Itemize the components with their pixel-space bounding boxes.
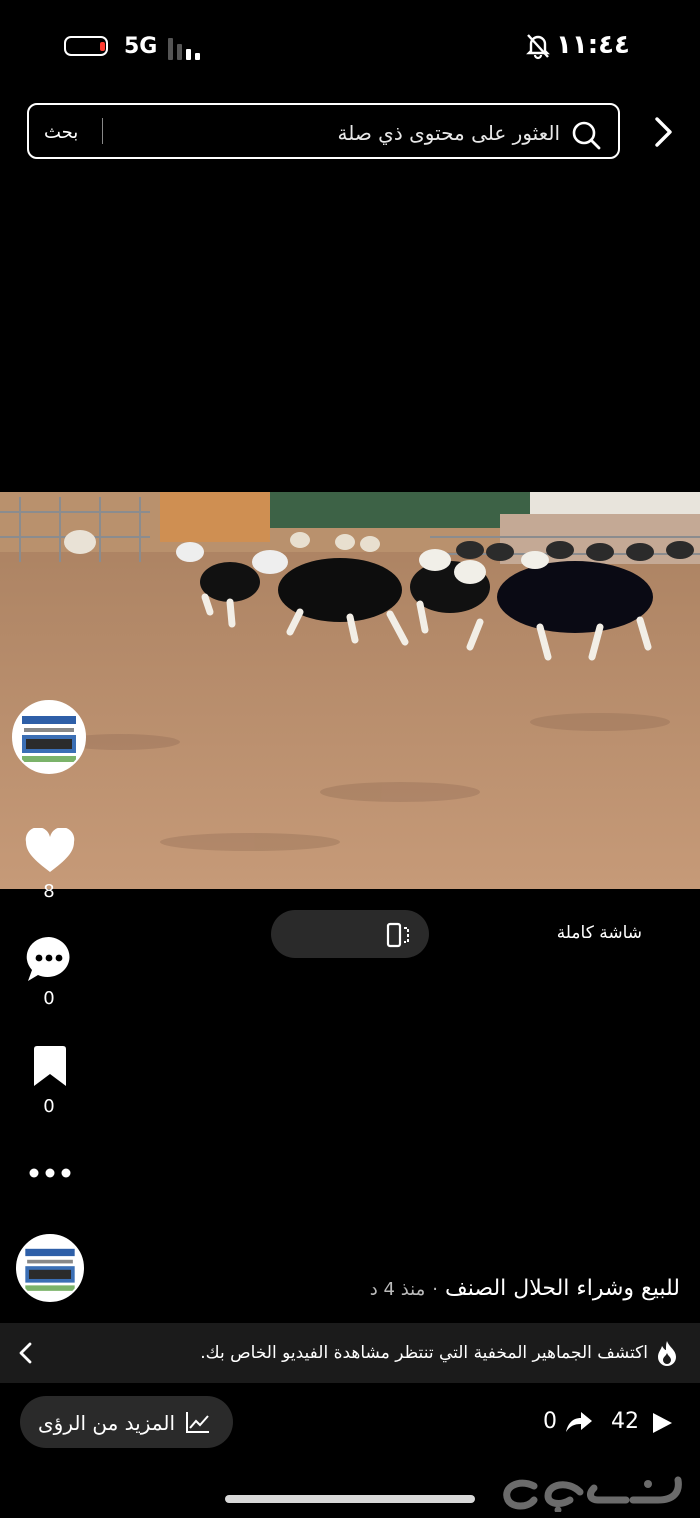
- caption-separator: ·: [432, 1279, 438, 1300]
- banner-text: اكتشف الجماهير المخفية التي تنتظر مشاهدة…: [200, 1343, 648, 1363]
- share-arrow-icon[interactable]: [565, 1410, 593, 1434]
- likes-count: 8: [43, 881, 55, 902]
- status-time: ١١:٤٤: [556, 30, 630, 60]
- views-count: 42: [611, 1409, 639, 1434]
- avatar-logo-icon: [25, 1248, 75, 1291]
- fullscreen-label: شاشة كاملة: [556, 923, 642, 943]
- author-avatar[interactable]: [16, 1234, 84, 1302]
- fire-icon: [658, 1341, 676, 1366]
- battery-icon: [64, 36, 108, 56]
- fullscreen-rotate-icon: [386, 922, 409, 948]
- search-icon: [572, 121, 601, 150]
- network-type: 5G: [124, 34, 158, 59]
- video-player[interactable]: [0, 492, 700, 889]
- play-icon: [653, 1413, 672, 1433]
- chevron-left-icon[interactable]: [16, 1340, 36, 1366]
- signal-bars-icon: [168, 36, 208, 60]
- more-insights-label: المزيد من الرؤى: [38, 1411, 175, 1435]
- more-options-icon[interactable]: [28, 1165, 72, 1181]
- trend-chart-icon: [186, 1412, 209, 1433]
- channel-avatar[interactable]: [12, 700, 86, 774]
- heart-icon[interactable]: [24, 828, 76, 874]
- avatar-logo-icon: [22, 716, 76, 762]
- home-indicator[interactable]: [225, 1495, 475, 1503]
- bell-mute-icon: [526, 34, 550, 60]
- haraj-watermark-logo: [503, 1476, 682, 1512]
- post-caption: للبيع وشراء الحلال الصنف · منذ 4 د: [370, 1276, 680, 1301]
- comments-count: 0: [43, 988, 55, 1009]
- bookmark-icon[interactable]: [32, 1045, 68, 1087]
- comment-icon[interactable]: [24, 934, 74, 984]
- search-input[interactable]: العثور على محتوى ذي صلة: [337, 121, 560, 145]
- shares-count: 0: [543, 1409, 557, 1434]
- chevron-right-icon[interactable]: [648, 114, 680, 150]
- saves-count: 0: [43, 1096, 55, 1117]
- post-time: منذ 4 د: [369, 1279, 426, 1300]
- search-divider: [102, 118, 103, 144]
- caption-text: للبيع وشراء الحلال الصنف: [444, 1276, 680, 1301]
- search-button[interactable]: بحث: [44, 122, 78, 143]
